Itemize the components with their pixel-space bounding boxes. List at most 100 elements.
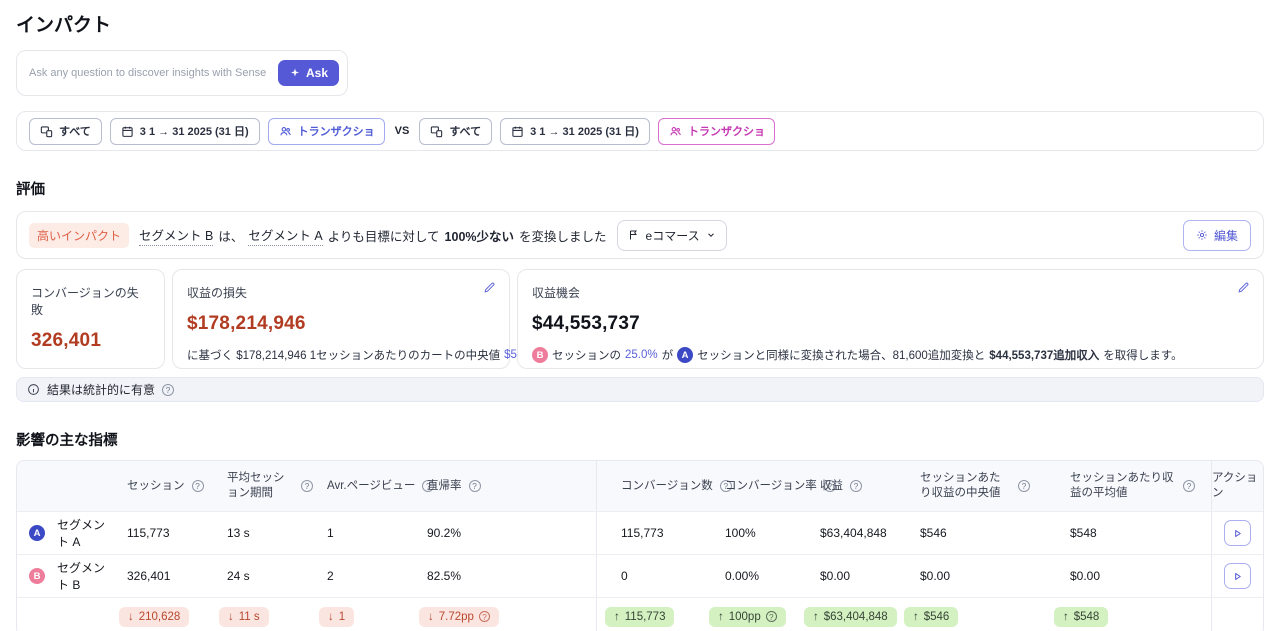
note-text: が: [662, 347, 674, 363]
audience-filter-button-left[interactable]: すべて: [29, 118, 102, 145]
table-row-segment-b: B セグメント B 326,401 24 s 2 82.5% 0 0.00% $…: [17, 554, 1263, 597]
conversion-rate-delta: ↑ 100pp: [709, 607, 786, 627]
evaluation-sentence: セグメント B は、 セグメント A よりも目標に対して 100%少ない を変換…: [139, 225, 607, 246]
edit-button[interactable]: 編集: [1183, 220, 1251, 251]
help-icon[interactable]: [766, 611, 777, 622]
header-avg-revenue: セッションあたり収益の平均値: [1046, 461, 1211, 511]
goal-select[interactable]: eコマース: [617, 220, 727, 251]
segment-b-badge: B: [532, 347, 548, 363]
avg-revenue-delta: ↑ $548: [1054, 607, 1108, 627]
card-label: コンバージョンの失敗: [31, 284, 150, 318]
segment-filter-button-left[interactable]: トランザクション: [268, 118, 385, 145]
sparkle-icon: [289, 67, 301, 79]
pencil-icon[interactable]: [1237, 281, 1250, 294]
play-action-button[interactable]: [1224, 563, 1251, 589]
revenue-opportunity-value: $44,553,737: [532, 313, 1249, 335]
segment-b-link[interactable]: セグメント B: [139, 225, 213, 246]
segment-a-link[interactable]: セグメント A: [248, 225, 322, 246]
metrics-table: セッション 平均セッション期間 Avr.ページビュー 直帰率 コンバージョン数 …: [16, 460, 1264, 631]
ask-input[interactable]: [29, 67, 278, 79]
conversion-rate-value: 100%: [701, 512, 796, 554]
comparison-filter-bar: すべて 3 1 → 31 2025 (31 日) トランザクション VS すべて: [16, 111, 1264, 151]
help-icon[interactable]: [162, 384, 174, 396]
sentence-part: を変換しました: [519, 226, 607, 245]
note-bold-value: $44,553,737追加収入: [989, 347, 1099, 363]
header-avg-pageviews: Avr.ページビュー: [313, 461, 413, 511]
sentence-part: よりも目標に対して: [328, 226, 440, 245]
help-icon[interactable]: [850, 480, 862, 492]
conversion-rate-value: 0.00%: [701, 555, 796, 597]
date-range-button-right[interactable]: 3 1 → 31 2025 (31 日): [500, 118, 650, 145]
evaluation-callout: 高いインパクト セグメント B は、 セグメント A よりも目標に対して 100…: [16, 211, 1264, 259]
revenue-opportunity-note: B セッションの 25.0% が A セッションと同様に変換された場合、81,6…: [532, 347, 1249, 363]
segment-a-badge: A: [677, 347, 693, 363]
header-avg-duration: 平均セッション期間: [213, 461, 313, 511]
goal-select-value: eコマース: [646, 227, 700, 244]
median-revenue-value: $0.00: [896, 555, 1046, 597]
failed-conversions-value: 326,401: [31, 330, 150, 352]
help-icon[interactable]: [301, 480, 313, 492]
sessions-value: 326,401: [113, 555, 213, 597]
arrow-up-icon: ↑: [718, 611, 724, 623]
pencil-icon[interactable]: [483, 281, 496, 294]
devices-icon: [40, 125, 53, 138]
chevron-down-icon: [706, 230, 716, 240]
help-icon[interactable]: [479, 611, 490, 622]
median-revenue-value: $546: [896, 512, 1046, 554]
card-label: 収益機会: [532, 284, 1249, 301]
segment-filter-button-right[interactable]: トランザクション: [658, 118, 775, 145]
revenue-opportunity-card: 収益機会 $44,553,737 B セッションの 25.0% が A セッショ…: [517, 269, 1264, 369]
arrow-up-icon: ↑: [913, 611, 919, 623]
help-icon[interactable]: [469, 480, 481, 492]
avg-duration-value: 24 s: [213, 555, 313, 597]
bounce-rate-value: 90.2%: [413, 512, 596, 554]
arrow-up-icon: ↑: [1063, 611, 1069, 623]
devices-icon: [430, 125, 443, 138]
header-revenue: 収益: [796, 461, 896, 511]
date-range-button-left[interactable]: 3 1 → 31 2025 (31 日): [110, 118, 260, 145]
avg-pageviews-delta: ↓ 1: [319, 607, 354, 627]
table-delta-row: ↓ 210,628 ↓ 11 s ↓ 1 ↓ 7.72pp: [17, 597, 1263, 631]
metrics-heading: 影響の主な指標: [16, 429, 1264, 450]
play-icon: [1232, 528, 1243, 539]
segment-filter-label: トランザクション: [688, 123, 764, 139]
flag-icon: [628, 229, 640, 241]
help-icon[interactable]: [192, 480, 204, 492]
avg-duration-value: 13 s: [213, 512, 313, 554]
header-sessions: セッション: [113, 461, 213, 511]
arrow-up-icon: ↑: [813, 611, 819, 623]
help-icon[interactable]: [1183, 480, 1195, 492]
calendar-icon: [511, 125, 524, 138]
people-icon: [669, 125, 682, 138]
avg-pageviews-value: 2: [313, 555, 413, 597]
revenue-loss-value: $178,214,946: [187, 313, 495, 335]
segment-name: セグメント A: [57, 512, 113, 554]
segment-name: セグメント B: [57, 555, 113, 597]
revenue-delta: ↑ $63,404,848: [804, 607, 897, 627]
avg-pageviews-value: 1: [313, 512, 413, 554]
table-row-segment-a: A セグメント A 115,773 13 s 1 90.2% 115,773 1…: [17, 511, 1263, 554]
help-icon[interactable]: [1018, 480, 1030, 492]
metric-cards: コンバージョンの失敗 326,401 収益の損失 $178,214,946 に基…: [16, 269, 1264, 369]
date-range-label: 3 1 → 31 2025 (31 日): [530, 123, 639, 139]
gear-icon: [1196, 229, 1208, 241]
arrow-down-icon: ↓: [428, 611, 434, 623]
audience-filter-button-right[interactable]: すべて: [419, 118, 492, 145]
bounce-rate-delta: ↓ 7.72pp: [419, 607, 499, 627]
header-badge-cell: [17, 461, 57, 511]
revenue-value: $0.00: [796, 555, 896, 597]
header-name-cell: [57, 461, 113, 511]
conversions-delta: ↑ 115,773: [605, 607, 674, 627]
significance-text: 結果は統計的に有意: [47, 381, 155, 398]
header-conversions: コンバージョン数: [596, 461, 701, 511]
revenue-value: $63,404,848: [796, 512, 896, 554]
sessions-delta: ↓ 210,628: [119, 607, 189, 627]
opportunity-percent[interactable]: 25.0%: [625, 349, 658, 361]
significance-bar: 結果は統計的に有意: [16, 377, 1264, 402]
conversions-value: 0: [596, 555, 701, 597]
conversions-value: 115,773: [596, 512, 701, 554]
ask-button[interactable]: Ask: [278, 60, 339, 86]
segment-b-badge: B: [29, 568, 45, 584]
audience-filter-label: すべて: [59, 123, 91, 139]
play-action-button[interactable]: [1224, 520, 1251, 546]
